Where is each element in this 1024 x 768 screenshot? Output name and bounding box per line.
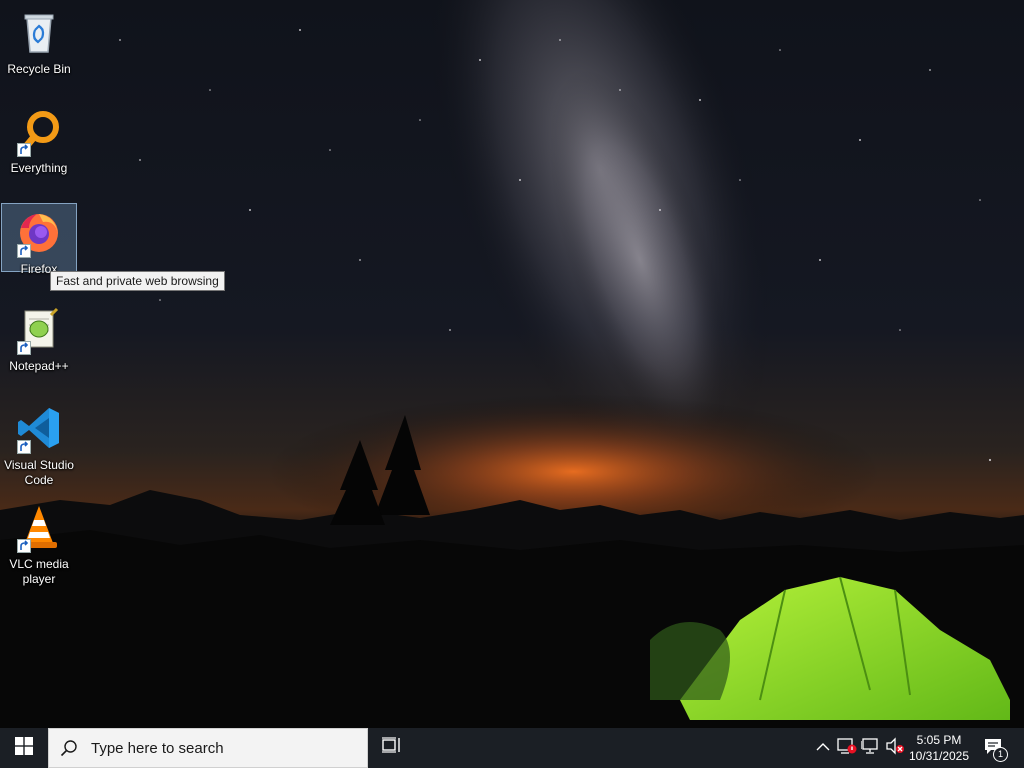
task-view-icon	[382, 736, 402, 760]
taskbar-clock[interactable]: 5:05 PM 10/31/2025	[904, 728, 974, 768]
desktop-icon-firefox[interactable]: Firefox	[1, 203, 77, 276]
search-input[interactable]	[89, 738, 353, 758]
security-tray-button[interactable]	[836, 728, 858, 768]
task-view-button[interactable]	[368, 728, 416, 768]
everything-search-icon	[15, 107, 63, 157]
desktop-icon-label: VLC media player	[9, 557, 69, 586]
notification-count-badge: 1	[993, 747, 1008, 762]
taskbar: 5:05 PM 10/31/2025 1	[0, 728, 1024, 768]
firefox-icon	[15, 208, 63, 258]
firefox-tooltip: Fast and private web browsing	[50, 271, 225, 291]
desktop-icon-everything[interactable]: Everything	[1, 102, 77, 180]
vlc-icon	[15, 503, 63, 553]
clock-time: 5:05 PM	[916, 733, 962, 747]
wallpaper-night-sky-tent	[0, 0, 1024, 728]
desktop-icon-vscode[interactable]: Visual Studio Code	[1, 399, 77, 492]
volume-tray-button[interactable]	[884, 728, 906, 768]
desktop-icon-notepad-plus-plus[interactable]: Notepad++	[1, 300, 77, 378]
shortcut-arrow-icon	[17, 244, 31, 258]
chevron-up-icon	[816, 739, 830, 757]
windows-logo-icon	[15, 736, 33, 760]
search-icon	[49, 739, 89, 757]
desktop[interactable]: Recycle Bin Everything Firefox Notepad++…	[0, 0, 1024, 728]
security-alert-icon	[837, 737, 857, 760]
desktop-icon-label: Visual Studio Code	[4, 458, 74, 487]
desktop-icon-label: Everything	[10, 161, 68, 175]
shortcut-arrow-icon	[17, 539, 31, 553]
clock-date: 10/31/2025	[908, 749, 970, 763]
shortcut-arrow-icon	[17, 143, 31, 157]
shortcut-arrow-icon	[17, 341, 31, 355]
start-button[interactable]	[0, 728, 48, 768]
desktop-icon-vlc[interactable]: VLC media player	[1, 498, 77, 591]
desktop-icon-label: Notepad++	[9, 359, 69, 373]
desktop-icon-label: Recycle Bin	[7, 62, 71, 76]
vscode-icon	[15, 404, 63, 454]
network-tray-button[interactable]	[860, 728, 882, 768]
desktop-icon-recycle-bin[interactable]: Recycle Bin	[1, 3, 77, 81]
network-disconnected-icon	[860, 737, 881, 760]
shortcut-arrow-icon	[17, 440, 31, 454]
notepad-plus-plus-icon	[15, 305, 63, 355]
recycle-bin-icon	[15, 8, 63, 56]
volume-muted-icon	[885, 736, 905, 760]
taskbar-search-box[interactable]	[48, 728, 368, 768]
show-hidden-icons-button[interactable]	[814, 728, 832, 768]
